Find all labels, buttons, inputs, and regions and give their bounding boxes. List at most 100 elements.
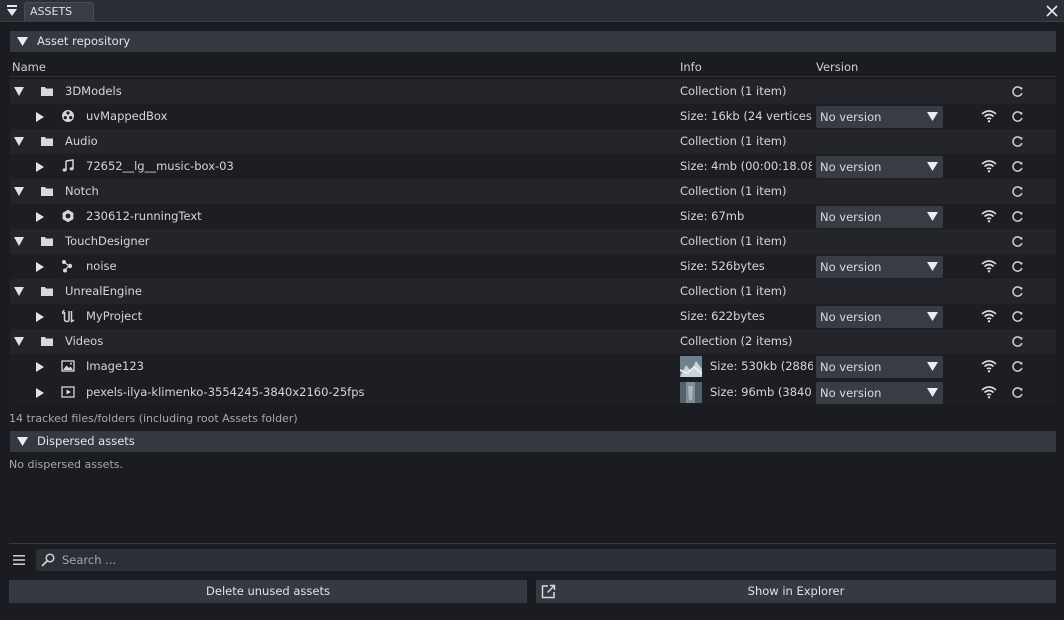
section-title: Asset repository — [37, 34, 131, 48]
dropdown-arrow-icon[interactable] — [927, 262, 938, 271]
close-icon[interactable] — [1044, 3, 1060, 19]
refresh-icon[interactable] — [1011, 360, 1024, 373]
tab-assets[interactable]: ASSETS — [24, 2, 94, 22]
collapsed-arrow-icon[interactable] — [36, 312, 44, 322]
collapsed-arrow-icon[interactable] — [36, 388, 44, 398]
collapse-triangle-icon[interactable] — [17, 37, 28, 46]
column-info[interactable]: Info — [680, 58, 702, 76]
version-select[interactable]: No version — [816, 306, 943, 328]
refresh-icon[interactable] — [1011, 335, 1024, 348]
wifi-icon[interactable] — [981, 385, 997, 399]
collection-info: Collection (1 item) — [680, 234, 787, 248]
refresh-icon[interactable] — [1011, 386, 1024, 399]
dispersed-assets-header[interactable]: Dispersed assets — [10, 431, 1056, 452]
refresh-icon[interactable] — [1011, 285, 1024, 298]
version-select[interactable]: No version — [816, 356, 943, 378]
asset-name: pexels-ilya-klimenko-3554245-3840x2160-2… — [86, 385, 365, 399]
collection-row[interactable]: TouchDesigner Collection (1 item) — [10, 229, 1056, 254]
image-thumbnail — [680, 356, 702, 377]
wifi-icon[interactable] — [981, 159, 997, 173]
collection-row[interactable]: Videos Collection (2 items) — [10, 329, 1056, 354]
wifi-icon[interactable] — [981, 259, 997, 273]
search-box[interactable] — [36, 549, 1056, 571]
asset-info: Size: 4mb (00:00:18.081) — [680, 159, 812, 173]
collection-name: 3DModels — [65, 84, 122, 98]
search-icon — [41, 553, 55, 567]
wifi-icon[interactable] — [981, 109, 997, 123]
expanded-arrow-icon[interactable] — [14, 337, 24, 346]
folder-icon — [41, 237, 53, 246]
column-name[interactable]: Name — [12, 58, 46, 76]
asset-row[interactable]: 230612-runningText Size: 67mb No version — [10, 204, 1056, 229]
version-select[interactable]: No version — [816, 106, 943, 128]
wifi-icon[interactable] — [981, 359, 997, 373]
collection-name: Audio — [65, 134, 98, 148]
asset-name: uvMappedBox — [86, 109, 168, 123]
collapsed-arrow-icon[interactable] — [36, 162, 44, 172]
asset-repository-header[interactable]: Asset repository — [10, 31, 1056, 52]
collapse-triangle-icon[interactable] — [17, 437, 28, 446]
expanded-arrow-icon[interactable] — [14, 287, 24, 296]
touchdesigner-icon — [62, 260, 73, 273]
panel-menu-icon[interactable] — [4, 3, 20, 19]
collection-name: UnrealEngine — [65, 284, 142, 298]
refresh-icon[interactable] — [1011, 210, 1024, 223]
dropdown-arrow-icon[interactable] — [927, 312, 938, 321]
delete-unused-assets-button[interactable]: Delete unused assets — [9, 580, 527, 603]
expanded-arrow-icon[interactable] — [14, 137, 24, 146]
dropdown-arrow-icon[interactable] — [927, 388, 938, 397]
collapsed-arrow-icon[interactable] — [36, 362, 44, 372]
expanded-arrow-icon[interactable] — [14, 187, 24, 196]
version-select[interactable]: No version — [816, 382, 943, 404]
folder-icon — [41, 187, 53, 196]
collection-row[interactable]: Audio Collection (1 item) — [10, 129, 1056, 154]
dropdown-arrow-icon[interactable] — [927, 212, 938, 221]
folder-icon — [41, 87, 53, 96]
search-input[interactable] — [62, 549, 1042, 571]
refresh-icon[interactable] — [1011, 185, 1024, 198]
wifi-icon[interactable] — [981, 309, 997, 323]
asset-row[interactable]: uvMappedBox Size: 16kb (24 vertices) No … — [10, 104, 1056, 129]
expanded-arrow-icon[interactable] — [14, 237, 24, 246]
hamburger-menu-icon[interactable] — [12, 553, 26, 567]
refresh-icon[interactable] — [1011, 85, 1024, 98]
collection-row[interactable]: UnrealEngine Collection (1 item) — [10, 279, 1056, 304]
dropdown-arrow-icon[interactable] — [927, 112, 938, 121]
refresh-icon[interactable] — [1011, 235, 1024, 248]
refresh-icon[interactable] — [1011, 260, 1024, 273]
asset-row[interactable]: pexels-ilya-klimenko-3554245-3840x2160-2… — [10, 380, 1056, 405]
refresh-icon[interactable] — [1011, 110, 1024, 123]
asset-row[interactable]: MyProject Size: 622bytes No version — [10, 304, 1056, 329]
column-header: Name Info Version — [10, 58, 1056, 77]
refresh-icon[interactable] — [1011, 310, 1024, 323]
collection-name: TouchDesigner — [65, 234, 150, 248]
version-select[interactable]: No version — [816, 256, 943, 278]
collapsed-arrow-icon[interactable] — [36, 112, 44, 122]
collapsed-arrow-icon[interactable] — [36, 262, 44, 272]
expanded-arrow-icon[interactable] — [14, 87, 24, 96]
asset-row[interactable]: 72652__lg__music-box-03 Size: 4mb (00:00… — [10, 154, 1056, 179]
column-version[interactable]: Version — [816, 58, 858, 76]
version-select[interactable]: No version — [816, 156, 943, 178]
asset-info: Size: 67mb — [680, 209, 745, 223]
asset-name: 230612-runningText — [86, 209, 202, 223]
dropdown-arrow-icon[interactable] — [927, 362, 938, 371]
asset-name: noise — [86, 259, 117, 273]
collection-row[interactable]: Notch Collection (1 item) — [10, 179, 1056, 204]
asset-info: Size: 530kb (2886 x 1 — [710, 359, 813, 373]
version-select[interactable]: No version — [816, 206, 943, 228]
external-link-icon — [541, 584, 556, 599]
collapsed-arrow-icon[interactable] — [36, 212, 44, 222]
asset-row[interactable]: Image123 Size: 530kb (2886 x 1 No versio… — [10, 354, 1056, 379]
asset-row[interactable]: noise Size: 526bytes No version — [10, 254, 1056, 279]
show-in-explorer-button[interactable]: Show in Explorer — [536, 580, 1056, 603]
refresh-icon[interactable] — [1011, 135, 1024, 148]
wifi-icon[interactable] — [981, 209, 997, 223]
dispersed-empty-text: No dispersed assets. — [9, 458, 123, 471]
collection-row[interactable]: 3DModels Collection (1 item) — [10, 79, 1056, 104]
unreal-icon — [61, 309, 75, 323]
notch-icon — [62, 209, 74, 223]
collection-info: Collection (1 item) — [680, 134, 787, 148]
refresh-icon[interactable] — [1011, 160, 1024, 173]
dropdown-arrow-icon[interactable] — [927, 162, 938, 171]
